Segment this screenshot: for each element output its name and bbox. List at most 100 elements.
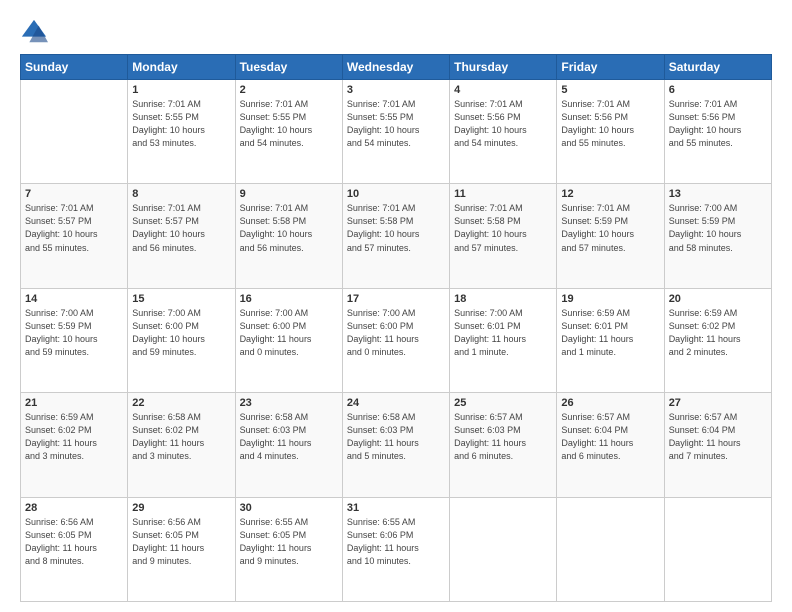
day-number: 28 — [25, 502, 123, 514]
day-number: 24 — [347, 397, 445, 409]
logo — [20, 18, 52, 46]
weekday-header-row: SundayMondayTuesdayWednesdayThursdayFrid… — [21, 55, 772, 80]
day-info: Sunrise: 7:01 AM Sunset: 5:57 PM Dayligh… — [132, 202, 230, 254]
day-number: 17 — [347, 293, 445, 305]
weekday-header-tuesday: Tuesday — [235, 55, 342, 80]
calendar-cell: 17 Sunrise: 7:00 AM Sunset: 6:00 PM Dayli… — [342, 288, 449, 392]
calendar-cell: 12 Sunrise: 7:01 AM Sunset: 5:59 PM Dayli… — [557, 184, 664, 288]
day-number: 12 — [561, 188, 659, 200]
calendar-cell: 22 Sunrise: 6:58 AM Sunset: 6:02 PM Dayli… — [128, 393, 235, 497]
day-info: Sunrise: 7:00 AM Sunset: 6:01 PM Dayligh… — [454, 307, 552, 359]
day-info: Sunrise: 7:01 AM Sunset: 5:59 PM Dayligh… — [561, 202, 659, 254]
day-info: Sunrise: 7:01 AM Sunset: 5:55 PM Dayligh… — [240, 98, 338, 150]
day-number: 22 — [132, 397, 230, 409]
day-info: Sunrise: 7:01 AM Sunset: 5:58 PM Dayligh… — [347, 202, 445, 254]
day-info: Sunrise: 6:59 AM Sunset: 6:02 PM Dayligh… — [25, 411, 123, 463]
calendar-cell: 30Sunrise: 6:55 AM Sunset: 6:05 PM Dayli… — [235, 497, 342, 601]
day-info: Sunrise: 7:01 AM Sunset: 5:55 PM Dayligh… — [132, 98, 230, 150]
calendar-cell: 31 Sunrise: 6:55 AM Sunset: 6:06 PM Dayli… — [342, 497, 449, 601]
calendar-cell: 23 Sunrise: 6:58 AM Sunset: 6:03 PM Dayli… — [235, 393, 342, 497]
day-number: 1 — [132, 84, 230, 96]
day-info: Sunrise: 6:56 AM Sunset: 6:05 PM Dayligh… — [25, 516, 123, 568]
day-info: Sunrise: 6:57 AM Sunset: 6:04 PM Dayligh… — [669, 411, 767, 463]
calendar-cell: 19Sunrise: 6:59 AM Sunset: 6:01 PM Dayli… — [557, 288, 664, 392]
day-number: 10 — [347, 188, 445, 200]
weekday-header-saturday: Saturday — [664, 55, 771, 80]
calendar-week-0: 1 Sunrise: 7:01 AM Sunset: 5:55 PM Daylig… — [21, 80, 772, 184]
calendar-week-1: 7 Sunrise: 7:01 AM Sunset: 5:57 PM Daylig… — [21, 184, 772, 288]
day-number: 29 — [132, 502, 230, 514]
calendar-cell: 1 Sunrise: 7:01 AM Sunset: 5:55 PM Daylig… — [128, 80, 235, 184]
calendar-cell: 5 Sunrise: 7:01 AM Sunset: 5:56 PM Daylig… — [557, 80, 664, 184]
day-number: 21 — [25, 397, 123, 409]
day-info: Sunrise: 7:00 AM Sunset: 6:00 PM Dayligh… — [132, 307, 230, 359]
calendar-cell: 28 Sunrise: 6:56 AM Sunset: 6:05 PM Dayli… — [21, 497, 128, 601]
day-info: Sunrise: 6:57 AM Sunset: 6:03 PM Dayligh… — [454, 411, 552, 463]
day-number: 25 — [454, 397, 552, 409]
calendar-cell — [450, 497, 557, 601]
calendar-cell: 8 Sunrise: 7:01 AM Sunset: 5:57 PM Daylig… — [128, 184, 235, 288]
day-info: Sunrise: 6:58 AM Sunset: 6:03 PM Dayligh… — [240, 411, 338, 463]
day-number: 11 — [454, 188, 552, 200]
day-number: 14 — [25, 293, 123, 305]
calendar-cell: 20 Sunrise: 6:59 AM Sunset: 6:02 PM Dayli… — [664, 288, 771, 392]
calendar-cell — [21, 80, 128, 184]
day-info: Sunrise: 7:00 AM Sunset: 6:00 PM Dayligh… — [347, 307, 445, 359]
day-info: Sunrise: 6:58 AM Sunset: 6:02 PM Dayligh… — [132, 411, 230, 463]
calendar-cell: 10 Sunrise: 7:01 AM Sunset: 5:58 PM Dayli… — [342, 184, 449, 288]
day-info: Sunrise: 7:01 AM Sunset: 5:55 PM Dayligh… — [347, 98, 445, 150]
calendar-cell: 9Sunrise: 7:01 AM Sunset: 5:58 PM Daylig… — [235, 184, 342, 288]
day-number: 18 — [454, 293, 552, 305]
calendar-week-2: 14Sunrise: 7:00 AM Sunset: 5:59 PM Dayli… — [21, 288, 772, 392]
day-number: 20 — [669, 293, 767, 305]
calendar-cell: 21 Sunrise: 6:59 AM Sunset: 6:02 PM Dayli… — [21, 393, 128, 497]
calendar-week-3: 21 Sunrise: 6:59 AM Sunset: 6:02 PM Dayli… — [21, 393, 772, 497]
day-info: Sunrise: 6:57 AM Sunset: 6:04 PM Dayligh… — [561, 411, 659, 463]
day-info: Sunrise: 7:00 AM Sunset: 6:00 PM Dayligh… — [240, 307, 338, 359]
calendar-cell: 18 Sunrise: 7:00 AM Sunset: 6:01 PM Dayli… — [450, 288, 557, 392]
day-info: Sunrise: 7:01 AM Sunset: 5:56 PM Dayligh… — [454, 98, 552, 150]
calendar-cell: 14Sunrise: 7:00 AM Sunset: 5:59 PM Dayli… — [21, 288, 128, 392]
day-info: Sunrise: 7:00 AM Sunset: 5:59 PM Dayligh… — [669, 202, 767, 254]
day-number: 5 — [561, 84, 659, 96]
weekday-header-wednesday: Wednesday — [342, 55, 449, 80]
weekday-header-thursday: Thursday — [450, 55, 557, 80]
day-number: 4 — [454, 84, 552, 96]
day-number: 13 — [669, 188, 767, 200]
logo-icon — [20, 18, 48, 46]
day-info: Sunrise: 6:58 AM Sunset: 6:03 PM Dayligh… — [347, 411, 445, 463]
day-number: 31 — [347, 502, 445, 514]
day-info: Sunrise: 7:01 AM Sunset: 5:56 PM Dayligh… — [561, 98, 659, 150]
day-info: Sunrise: 6:55 AM Sunset: 6:05 PM Dayligh… — [240, 516, 338, 568]
day-number: 3 — [347, 84, 445, 96]
day-info: Sunrise: 6:56 AM Sunset: 6:05 PM Dayligh… — [132, 516, 230, 568]
calendar-cell: 13 Sunrise: 7:00 AM Sunset: 5:59 PM Dayli… — [664, 184, 771, 288]
calendar-week-4: 28 Sunrise: 6:56 AM Sunset: 6:05 PM Dayli… — [21, 497, 772, 601]
header — [20, 18, 772, 46]
day-info: Sunrise: 7:01 AM Sunset: 5:58 PM Dayligh… — [240, 202, 338, 254]
calendar-cell: 16 Sunrise: 7:00 AM Sunset: 6:00 PM Dayli… — [235, 288, 342, 392]
day-number: 2 — [240, 84, 338, 96]
weekday-header-friday: Friday — [557, 55, 664, 80]
weekday-header-sunday: Sunday — [21, 55, 128, 80]
day-number: 8 — [132, 188, 230, 200]
day-number: 7 — [25, 188, 123, 200]
calendar-cell: 6Sunrise: 7:01 AM Sunset: 5:56 PM Daylig… — [664, 80, 771, 184]
calendar-cell: 24 Sunrise: 6:58 AM Sunset: 6:03 PM Dayli… — [342, 393, 449, 497]
day-number: 27 — [669, 397, 767, 409]
calendar-header: SundayMondayTuesdayWednesdayThursdayFrid… — [21, 55, 772, 80]
day-info: Sunrise: 6:55 AM Sunset: 6:06 PM Dayligh… — [347, 516, 445, 568]
day-number: 15 — [132, 293, 230, 305]
day-number: 16 — [240, 293, 338, 305]
calendar-cell — [557, 497, 664, 601]
calendar-cell: 25 Sunrise: 6:57 AM Sunset: 6:03 PM Dayli… — [450, 393, 557, 497]
page: SundayMondayTuesdayWednesdayThursdayFrid… — [0, 0, 792, 612]
day-info: Sunrise: 6:59 AM Sunset: 6:02 PM Dayligh… — [669, 307, 767, 359]
calendar-cell: 3 Sunrise: 7:01 AM Sunset: 5:55 PM Daylig… — [342, 80, 449, 184]
day-number: 23 — [240, 397, 338, 409]
day-info: Sunrise: 7:01 AM Sunset: 5:57 PM Dayligh… — [25, 202, 123, 254]
calendar-cell: 4 Sunrise: 7:01 AM Sunset: 5:56 PM Daylig… — [450, 80, 557, 184]
day-info: Sunrise: 7:01 AM Sunset: 5:56 PM Dayligh… — [669, 98, 767, 150]
calendar-cell: 2 Sunrise: 7:01 AM Sunset: 5:55 PM Daylig… — [235, 80, 342, 184]
calendar-cell: 11Sunrise: 7:01 AM Sunset: 5:58 PM Dayli… — [450, 184, 557, 288]
